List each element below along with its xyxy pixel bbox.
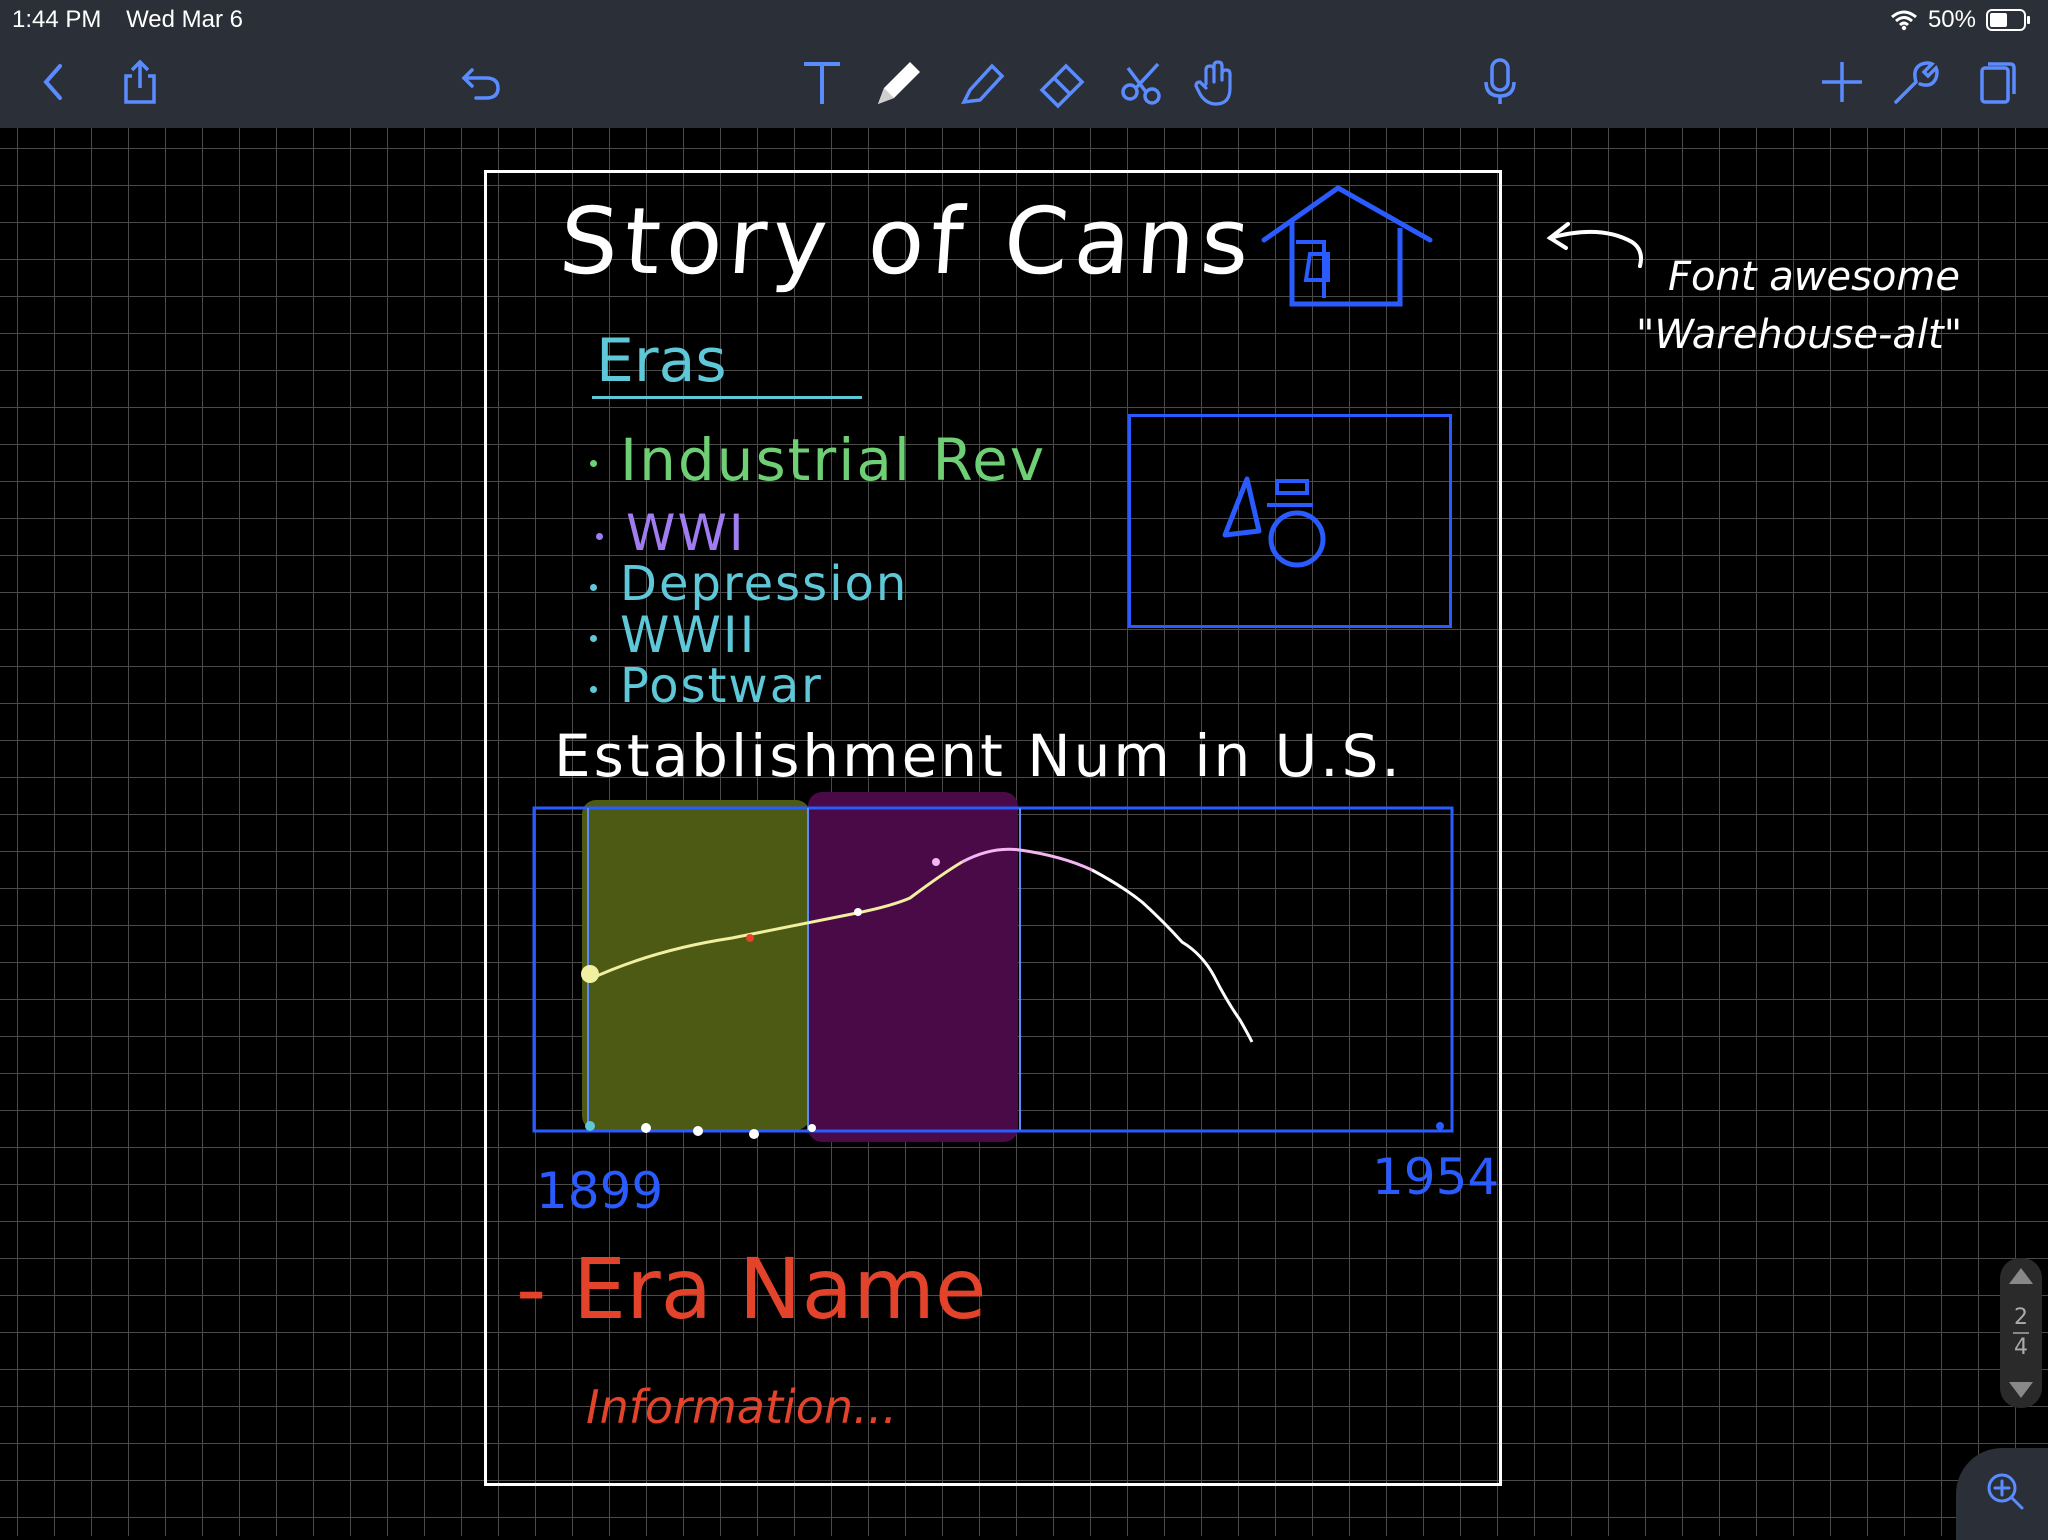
curve-point-start [581,965,599,983]
bullet-dot [590,460,597,467]
era-item: Depression [590,556,908,612]
annotation-arrow [1546,222,1643,268]
zoom-in-icon[interactable] [1984,1470,2026,1512]
page-up-icon[interactable] [2007,1266,2035,1286]
axis-dot-4 [749,1129,759,1139]
eraser-tool-icon[interactable] [1030,50,1094,114]
era-name-heading: - Era Name [516,1240,987,1338]
warehouse-icon [1261,185,1433,307]
page-down-icon[interactable] [2007,1380,2035,1400]
page-total: 4 [2014,1335,2028,1360]
status-time: 1:44 PM [12,6,102,33]
bullet-dot [590,686,597,693]
annotation-line-2: "Warehouse-alt" [1636,312,1963,358]
chart-heading: Establishment Num in U.S. [554,722,1403,790]
axis-label-end: 1954 [1372,1148,1500,1206]
page-current: 2 [2014,1305,2028,1330]
highlighter-tool-icon[interactable] [950,50,1014,114]
add-icon[interactable] [1810,50,1874,114]
undo-icon[interactable] [450,50,514,114]
bullet-dot [590,584,597,591]
trend-curve-decline [1091,868,1254,1043]
axis-dot-end [1436,1122,1444,1130]
back-icon[interactable] [22,50,86,114]
axis-dot-1 [585,1121,595,1131]
text-tool-icon[interactable] [790,50,854,114]
image-placeholder [1128,414,1452,628]
lasso-scissors-icon[interactable] [1110,50,1174,114]
pen-tool-icon[interactable] [866,50,930,114]
establishment-chart [532,792,1454,1142]
era-item: WWI [596,504,746,562]
shapes-icon [1222,476,1326,568]
page-divider [2013,1332,2029,1334]
bullet-dot [590,635,597,642]
axis-dot-3 [693,1126,703,1136]
zoom-button[interactable] [1956,1448,2048,1540]
eras-underline [592,396,862,399]
era-band-wwi [808,792,1018,1142]
toolbar [0,40,2048,128]
era-item: Postwar [590,658,823,714]
axis-dot-5 [808,1124,816,1132]
axis-dot-2 [641,1123,651,1133]
note-title: Story of Cans [556,188,1259,295]
hand-tool-icon[interactable] [1184,50,1248,114]
information-text: Information... [586,1380,897,1434]
status-date: Wed Mar 6 [126,6,243,33]
curve-point-1 [746,934,754,942]
curve-point-2 [854,908,862,916]
share-icon[interactable] [108,50,172,114]
page-navigator[interactable]: 2 4 [2000,1258,2042,1408]
microphone-icon[interactable] [1468,50,1532,114]
annotation-line-1: Font awesome [1668,254,1960,300]
era-item: WWII [590,606,756,664]
bullet-dot [596,533,603,540]
pages-icon[interactable] [1964,50,2028,114]
status-bar: 1:44 PM Wed Mar 6 50% [0,0,2048,40]
wrench-icon[interactable] [1884,50,1948,114]
wifi-icon [1890,10,1917,31]
curve-point-3 [932,858,940,866]
battery-percent: 50% [1927,6,1976,33]
axis-label-start: 1899 [536,1162,664,1220]
battery-icon [1986,9,2030,31]
era-item: Industrial Rev [590,426,1046,494]
eras-heading: Eras [596,326,727,396]
era-band-industrial [582,800,810,1130]
